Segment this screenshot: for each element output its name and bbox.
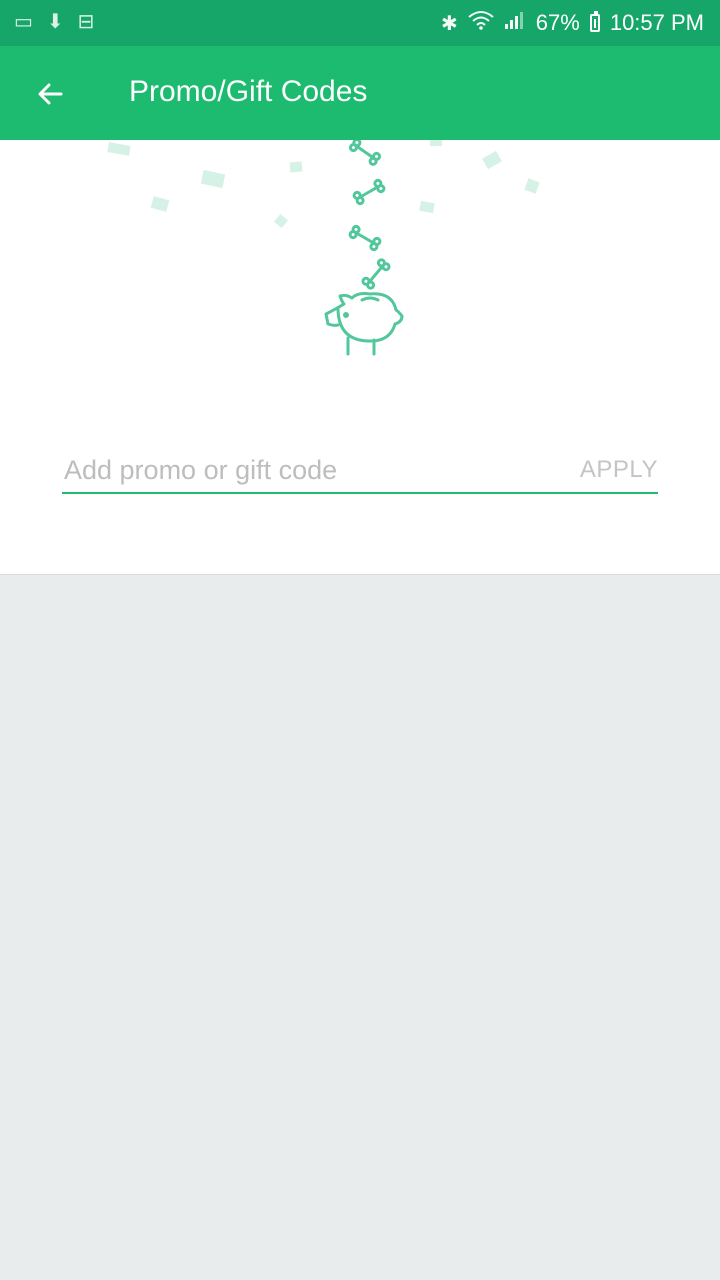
status-bar: ▭ ⬇ ⊟ ✱ 67% 10:57 PM [0, 0, 720, 46]
notification-icon: ⬇ [46, 11, 64, 33]
bones [348, 140, 391, 290]
signal-icon [504, 10, 526, 36]
clock: 10:57 PM [609, 10, 704, 35]
bluetooth-icon: ✱ [441, 12, 458, 35]
promo-code-input[interactable] [62, 452, 564, 488]
wifi-icon [468, 10, 494, 36]
status-notifications: ▭ ⬇ ⊟ [14, 12, 94, 32]
promo-code-field: APPLY [62, 452, 658, 494]
app-bar: Promo/Gift Codes [0, 46, 720, 140]
image-icon: ▭ [14, 11, 33, 33]
battery-percent: 67% [535, 10, 580, 35]
status-system-icons: ✱ 67% 10:57 PM [441, 0, 704, 46]
main-content: APPLY [0, 140, 720, 575]
battery-icon [589, 11, 600, 32]
confetti [107, 140, 540, 229]
inbox-icon: ⊟ [77, 11, 95, 33]
piggy-bank [324, 292, 404, 356]
apply-button[interactable]: APPLY [580, 456, 658, 484]
page-title: Promo/Gift Codes [129, 75, 368, 108]
arrow-left-icon [38, 83, 63, 105]
piggy-bank-illustration [107, 140, 540, 356]
back-button[interactable] [30, 74, 70, 114]
